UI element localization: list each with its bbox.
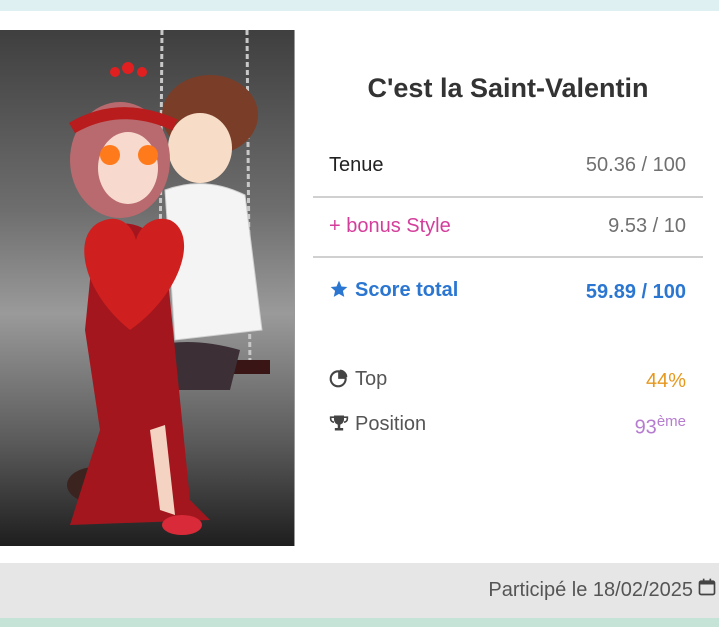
calendar-icon (697, 577, 717, 603)
top-label: Top (355, 368, 388, 390)
position-suffix: ème (656, 413, 686, 430)
avatar-image (0, 30, 295, 546)
outfit-score-row: Tenue 50.36 / 100 (313, 154, 686, 177)
couple-on-swing-illustration (67, 30, 270, 535)
bonus-score-row: + bonus Style 9.53 / 10 (313, 215, 686, 238)
divider (313, 196, 703, 198)
outfit-value: 50.36 / 100 (585, 154, 686, 176)
top-row: Top 44% (313, 368, 686, 394)
star-icon (329, 279, 349, 305)
position-number: 93 (634, 416, 657, 439)
position-label: Position (355, 413, 427, 436)
bonus-label: + bonus Style (329, 215, 451, 237)
bonus-value: 9.53 / 10 (608, 215, 686, 237)
top-value: 44% (645, 369, 686, 392)
outfit-label: Tenue (329, 154, 384, 176)
total-value: 59.89 / 100 (585, 280, 686, 303)
position-value: 93ème (635, 413, 686, 440)
contest-title: C'est la Saint-Valentin (367, 73, 649, 103)
top-border-strip (0, 0, 719, 11)
participation-footer: Participé le 18/02/2025 (0, 563, 719, 618)
trophy-icon (329, 413, 349, 439)
divider (313, 256, 703, 258)
contest-info-panel: C'est la Saint-Valentin Tenue 50.36 / 10… (313, 30, 703, 439)
participation-date: Participé le 18/02/2025 (488, 578, 693, 601)
pie-chart-icon (329, 368, 349, 394)
bottom-border-strip (0, 618, 719, 627)
position-row: Position 93ème (313, 413, 686, 440)
total-label: Score total (355, 279, 459, 301)
total-score-row: Score total 59.89 / 100 (313, 279, 686, 305)
